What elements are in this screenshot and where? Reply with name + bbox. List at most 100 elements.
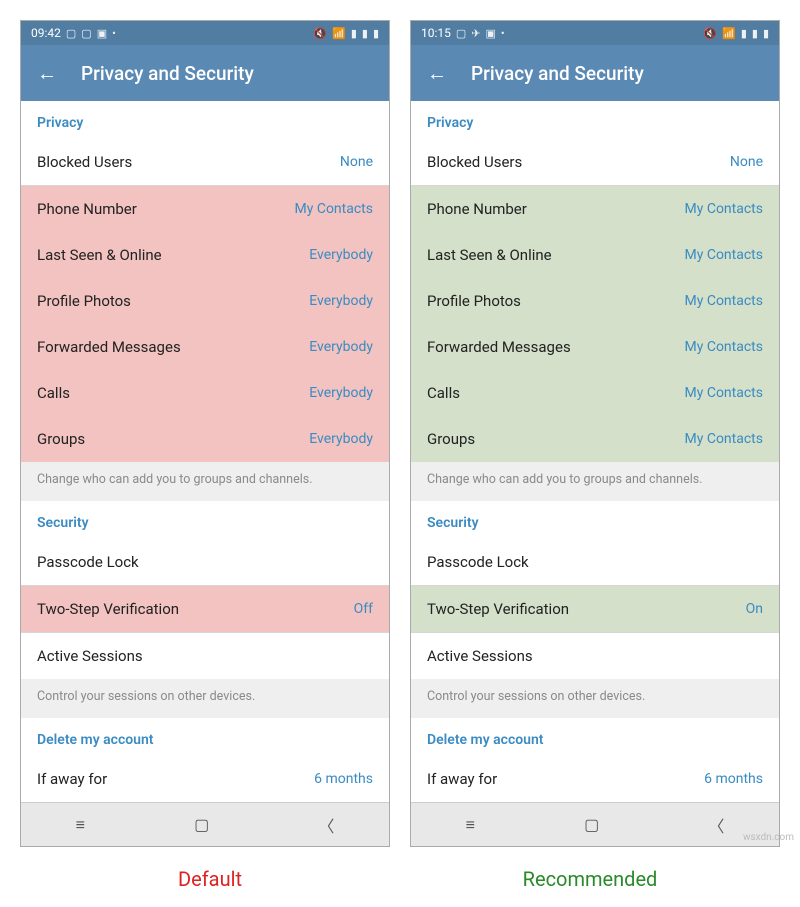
phone-recommended: 10:15 ▢ ✈ ▣ • 🔇 📶 ▮ ▮ ▮ ← Privacy and Se…: [410, 20, 780, 847]
groups-row[interactable]: Groups Everybody: [21, 416, 389, 462]
row-label: Phone Number: [427, 200, 527, 218]
row-label: Passcode Lock: [37, 553, 139, 571]
last-seen-row[interactable]: Last Seen & Online Everybody: [21, 232, 389, 278]
home-icon[interactable]: ▢: [194, 815, 209, 834]
back-nav-icon[interactable]: 〈: [708, 813, 724, 837]
row-value: Everybody: [309, 247, 373, 263]
row-value: My Contacts: [685, 201, 763, 217]
watermark: wsxdn.com: [743, 832, 794, 843]
row-value: 6 months: [314, 771, 373, 787]
battery-icon: ▮: [373, 27, 379, 40]
row-label: Blocked Users: [427, 153, 522, 171]
signal-icon: ▮: [752, 27, 758, 40]
app-bar: ← Privacy and Security: [21, 45, 389, 101]
android-nav-bar: ≡ ▢ 〈: [411, 802, 779, 846]
gallery-icon: ▢: [81, 27, 91, 40]
caption-recommended: Recommended: [404, 867, 776, 891]
row-label: Calls: [37, 384, 70, 402]
delete-account-header: Delete my account: [21, 718, 389, 756]
active-sessions-row[interactable]: Active Sessions: [21, 633, 389, 679]
delete-account-header: Delete my account: [411, 718, 779, 756]
row-value: My Contacts: [685, 339, 763, 355]
back-nav-icon[interactable]: 〈: [318, 813, 334, 837]
row-value: My Contacts: [685, 385, 763, 401]
row-label: Groups: [427, 430, 475, 448]
row-label: Forwarded Messages: [37, 338, 181, 356]
row-value: My Contacts: [295, 201, 373, 217]
signal-icon: ▮: [362, 27, 368, 40]
row-value: None: [730, 154, 763, 170]
signal-icon: ▮: [741, 27, 747, 40]
last-seen-row[interactable]: Last Seen & Online My Contacts: [411, 232, 779, 278]
row-value: Off: [354, 601, 373, 617]
row-label: If away for: [427, 770, 497, 788]
forwarded-messages-row[interactable]: Forwarded Messages Everybody: [21, 324, 389, 370]
recent-apps-icon[interactable]: ≡: [466, 815, 475, 835]
wifi-icon: 📶: [332, 27, 346, 40]
page-title: Privacy and Security: [471, 62, 644, 85]
passcode-lock-row[interactable]: Passcode Lock: [411, 539, 779, 585]
status-time: 10:15: [421, 26, 451, 40]
mute-icon: 🔇: [313, 27, 327, 40]
blocked-users-row[interactable]: Blocked Users None: [21, 139, 389, 185]
row-label: Two-Step Verification: [427, 600, 569, 618]
profile-photos-row[interactable]: Profile Photos My Contacts: [411, 278, 779, 324]
more-icon: •: [501, 27, 505, 40]
privacy-header: Privacy: [21, 101, 389, 139]
security-header: Security: [411, 501, 779, 539]
phone-default: 09:42 ▢ ▢ ▣ • 🔇 📶 ▮ ▮ ▮ ← Privacy and Se…: [20, 20, 390, 847]
two-step-row[interactable]: Two-Step Verification Off: [21, 586, 389, 632]
home-icon[interactable]: ▢: [584, 815, 599, 834]
row-value: 6 months: [704, 771, 763, 787]
back-icon[interactable]: ←: [427, 61, 447, 86]
row-label: If away for: [37, 770, 107, 788]
privacy-header: Privacy: [411, 101, 779, 139]
row-label: Phone Number: [37, 200, 137, 218]
row-label: Forwarded Messages: [427, 338, 571, 356]
row-label: Calls: [427, 384, 460, 402]
more-icon: •: [112, 27, 116, 40]
active-sessions-row[interactable]: Active Sessions: [411, 633, 779, 679]
if-away-row[interactable]: If away for 6 months: [411, 756, 779, 802]
row-label: Profile Photos: [37, 292, 131, 310]
groups-row[interactable]: Groups My Contacts: [411, 416, 779, 462]
row-value: My Contacts: [685, 247, 763, 263]
blocked-users-row[interactable]: Blocked Users None: [411, 139, 779, 185]
status-time: 09:42: [31, 26, 61, 40]
row-label: Groups: [37, 430, 85, 448]
weather-icon: ▣: [486, 27, 496, 40]
phone-number-row[interactable]: Phone Number My Contacts: [411, 186, 779, 232]
profile-photos-row[interactable]: Profile Photos Everybody: [21, 278, 389, 324]
android-nav-bar: ≡ ▢ 〈: [21, 802, 389, 846]
forwarded-messages-row[interactable]: Forwarded Messages My Contacts: [411, 324, 779, 370]
if-away-row[interactable]: If away for 6 months: [21, 756, 389, 802]
row-value: My Contacts: [685, 431, 763, 447]
status-bar: 09:42 ▢ ▢ ▣ • 🔇 📶 ▮ ▮ ▮: [21, 21, 389, 45]
row-label: Passcode Lock: [427, 553, 529, 571]
wifi-icon: 📶: [722, 27, 736, 40]
sessions-hint: Control your sessions on other devices.: [21, 679, 389, 718]
row-label: Last Seen & Online: [37, 246, 162, 264]
gallery-icon: ▢: [456, 27, 466, 40]
back-icon[interactable]: ←: [37, 61, 57, 86]
row-value: On: [746, 601, 763, 617]
gallery-icon: ▢: [66, 27, 76, 40]
row-value: Everybody: [309, 431, 373, 447]
row-value: Everybody: [309, 385, 373, 401]
two-step-row[interactable]: Two-Step Verification On: [411, 586, 779, 632]
signal-icon: ▮: [351, 27, 357, 40]
calls-row[interactable]: Calls My Contacts: [411, 370, 779, 416]
mute-icon: 🔇: [703, 27, 717, 40]
row-label: Two-Step Verification: [37, 600, 179, 618]
recent-apps-icon[interactable]: ≡: [76, 815, 85, 835]
page-title: Privacy and Security: [81, 62, 254, 85]
calls-row[interactable]: Calls Everybody: [21, 370, 389, 416]
row-label: Active Sessions: [427, 647, 533, 665]
row-label: Last Seen & Online: [427, 246, 552, 264]
passcode-lock-row[interactable]: Passcode Lock: [21, 539, 389, 585]
phone-number-row[interactable]: Phone Number My Contacts: [21, 186, 389, 232]
row-value: My Contacts: [685, 293, 763, 309]
caption-default: Default: [24, 867, 396, 891]
row-value: Everybody: [309, 293, 373, 309]
status-bar: 10:15 ▢ ✈ ▣ • 🔇 📶 ▮ ▮ ▮: [411, 21, 779, 45]
